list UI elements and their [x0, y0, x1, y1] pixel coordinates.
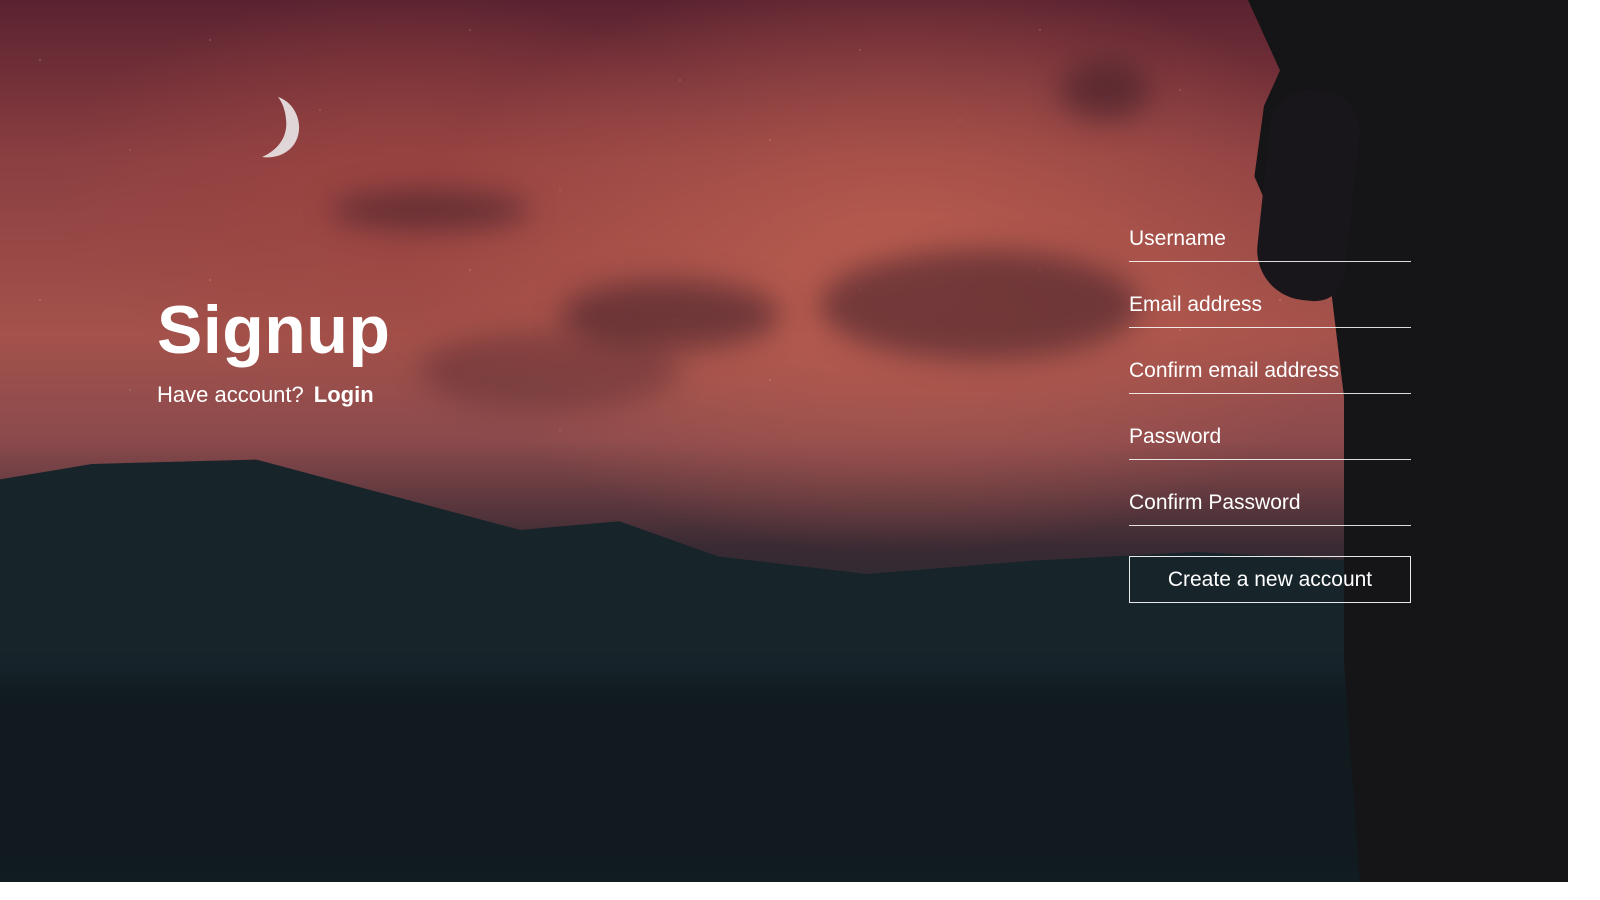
moon-icon	[262, 97, 300, 158]
email-field[interactable]	[1129, 288, 1411, 328]
login-prompt: Have account? Login	[157, 382, 390, 408]
signup-header: Signup Have account? Login	[157, 296, 390, 408]
cloud	[1060, 60, 1150, 120]
confirm-email-field[interactable]	[1129, 354, 1411, 394]
username-field[interactable]	[1129, 222, 1411, 262]
confirm-password-field[interactable]	[1129, 486, 1411, 526]
signup-form: Create a new account	[1129, 222, 1411, 603]
password-field[interactable]	[1129, 420, 1411, 460]
create-account-button[interactable]: Create a new account	[1129, 556, 1411, 603]
foreground-terrain	[0, 682, 1568, 882]
cloud	[330, 190, 530, 230]
cloud	[420, 330, 680, 410]
cloud	[820, 250, 1140, 360]
page-title: Signup	[157, 292, 391, 368]
signup-page: Signup Have account? Login Create a new …	[0, 0, 1568, 882]
login-link[interactable]: Login	[314, 382, 374, 408]
have-account-text: Have account?	[157, 382, 304, 407]
